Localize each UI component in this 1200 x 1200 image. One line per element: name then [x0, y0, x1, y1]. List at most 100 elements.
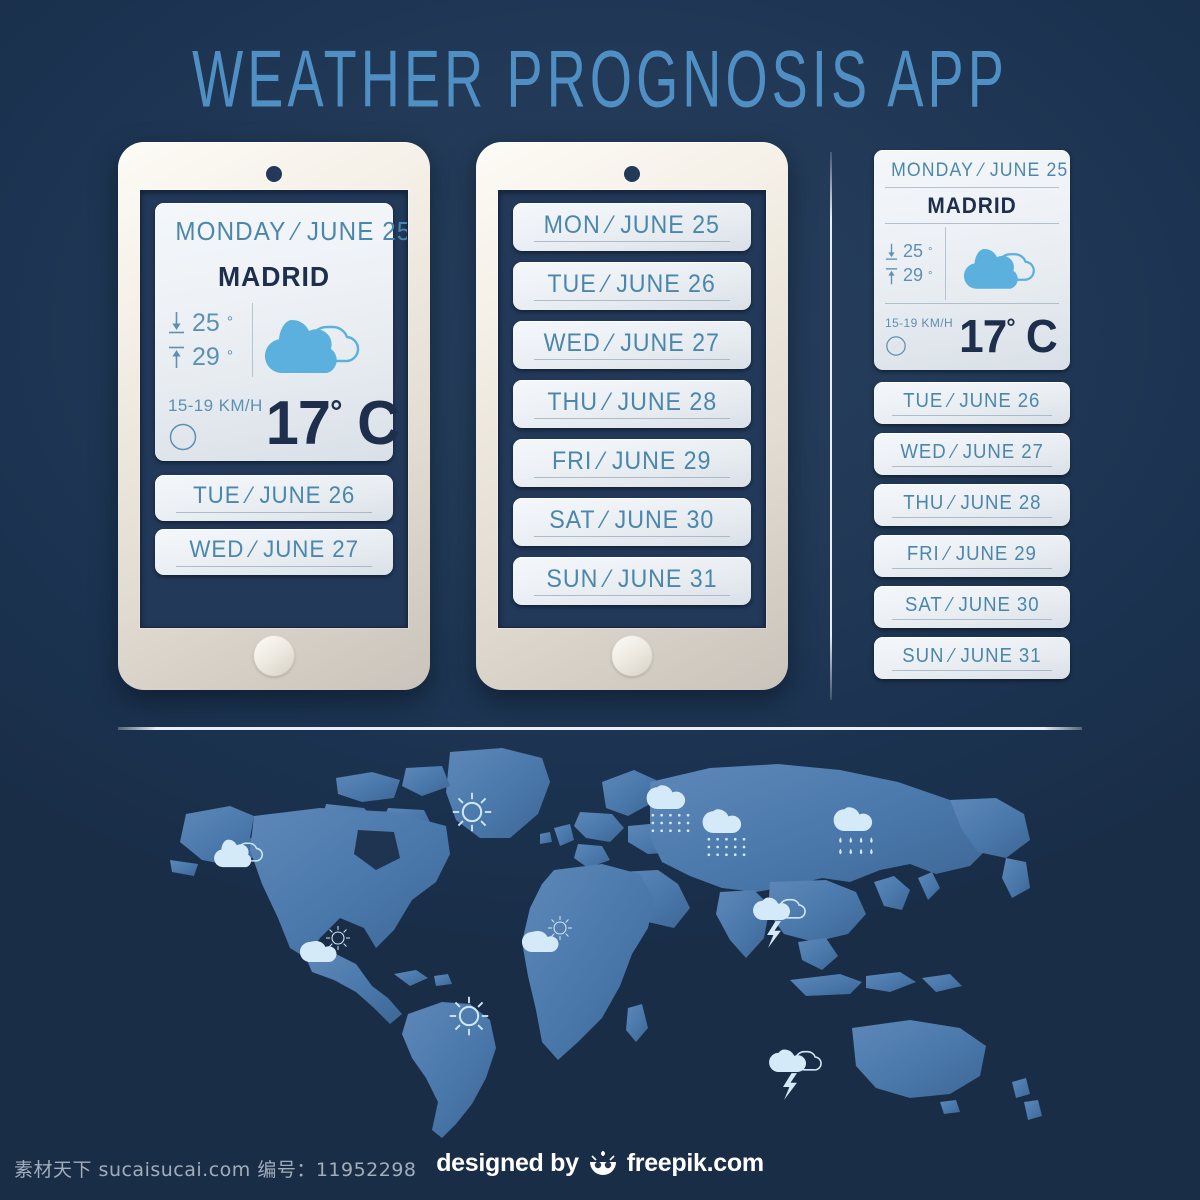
- day-button[interactable]: THU ⁄ JUNE 28: [874, 484, 1070, 526]
- day-button[interactable]: SUN ⁄ JUNE 31: [874, 637, 1070, 679]
- weather-condition-icon-wrap: [253, 303, 380, 377]
- snow-icon: [646, 785, 690, 833]
- day-button-label: SAT ⁄ JUNE 30: [549, 505, 715, 534]
- brand-label: freepik.com: [626, 1149, 764, 1177]
- day-button-label: MON ⁄ JUNE 25: [543, 210, 721, 239]
- degree-symbol: °: [1006, 314, 1015, 342]
- day-list-phone2: MON ⁄ JUNE 25 TUE ⁄ JUNE 26 WED ⁄ JUNE 27 T…: [499, 191, 765, 627]
- compass-icon: [169, 423, 197, 450]
- minmax-block: 25 ° 29 °: [885, 241, 945, 286]
- day-button[interactable]: WED ⁄ JUNE 27: [155, 529, 393, 575]
- page-title: WEATHER PROGNOSIS APP: [192, 33, 1008, 124]
- underline: [891, 568, 1053, 570]
- wind-speed-label: 15-19 KM/H: [168, 395, 263, 415]
- wind-block: 15-19 KM/H: [885, 316, 953, 357]
- underline: [176, 565, 372, 567]
- vertical-divider: [945, 227, 946, 300]
- underline: [534, 536, 730, 538]
- weather-card-bottom: 15-19 KM/H 17° C: [168, 381, 400, 459]
- day-button[interactable]: SAT ⁄ JUNE 30: [513, 498, 751, 546]
- day-button-label: TUE ⁄ JUNE 26: [903, 390, 1041, 412]
- map-icon-rain-siberia: [833, 800, 885, 867]
- weather-card-panel3[interactable]: MONDAY ⁄ JUNE 25 MADRID 25 ° 29 ° 15-19 …: [874, 150, 1070, 370]
- arrow-up-icon: [169, 346, 184, 368]
- map-icon-storm-china: [752, 890, 812, 955]
- underline: [534, 359, 730, 361]
- cloudy-icon: [214, 839, 264, 868]
- day-button[interactable]: SAT ⁄ JUNE 30: [874, 586, 1070, 628]
- map-icon-sunny-greenland: [450, 790, 494, 839]
- underline: [891, 619, 1053, 621]
- underline: [891, 415, 1053, 417]
- weather-card-city: MADRID: [927, 193, 1017, 218]
- phone2-screen: MON ⁄ JUNE 25 TUE ⁄ JUNE 26 WED ⁄ JUNE 27 T…: [498, 190, 766, 628]
- day-button-label: THU ⁄ JUNE 28: [547, 387, 717, 416]
- partly-sunny-icon: [300, 926, 350, 962]
- day-button-label: FRI ⁄ JUNE 29: [907, 543, 1037, 565]
- day-button-label: TUE ⁄ JUNE 26: [192, 482, 356, 509]
- snow-icon: [702, 809, 746, 857]
- day-button-label: FRI ⁄ JUNE 29: [552, 446, 712, 475]
- sunny-icon: [452, 792, 492, 832]
- weather-card-date: MONDAY ⁄ JUNE 25: [891, 160, 1069, 181]
- day-button[interactable]: MON ⁄ JUNE 25: [513, 203, 751, 251]
- day-button[interactable]: SUN ⁄ JUNE 31: [513, 557, 751, 605]
- map-icon-partly-sunny-africa: [520, 914, 580, 965]
- day-button[interactable]: FRI ⁄ JUNE 29: [874, 535, 1070, 577]
- home-button[interactable]: [612, 636, 652, 676]
- degree-symbol: °: [928, 245, 933, 258]
- weather-card-date: MONDAY ⁄ JUNE 25: [175, 216, 408, 246]
- map-icon-cloudy-alaska: [212, 830, 270, 875]
- temp-unit: C: [356, 389, 400, 458]
- weather-card-bottom: 15-19 KM/H 17° C: [885, 304, 1059, 363]
- storm-icon: [753, 897, 806, 948]
- underline: [534, 418, 730, 420]
- underline: [891, 670, 1053, 672]
- wind-speed-label: 15-19 KM/H: [885, 315, 954, 330]
- underline: [891, 517, 1053, 519]
- degree-symbol: °: [329, 393, 342, 430]
- map-icon-sunny-brazil: [447, 994, 491, 1043]
- temp-value: 17: [265, 389, 330, 458]
- day-button[interactable]: WED ⁄ JUNE 27: [513, 321, 751, 369]
- low-temp-row: 25 °: [168, 309, 252, 338]
- home-button[interactable]: [254, 636, 294, 676]
- weather-card-phone1[interactable]: MONDAY ⁄ JUNE 25 MADRID 25 ° 29 ° 15-19 …: [155, 203, 408, 461]
- day-button[interactable]: TUE ⁄ JUNE 26: [874, 382, 1070, 424]
- day-button[interactable]: WED ⁄ JUNE 27: [874, 433, 1070, 475]
- world-map: [150, 742, 1070, 1142]
- degree-symbol: °: [928, 269, 933, 282]
- map-icon-snow-scandinavia: [646, 778, 698, 843]
- low-temp-row: 25 °: [885, 241, 945, 262]
- weather-card-middle: 25 ° 29 °: [168, 299, 380, 381]
- compass-icon: [886, 335, 906, 356]
- underline: [534, 595, 730, 597]
- vertical-divider: [252, 303, 253, 377]
- arrow-up-icon: [885, 267, 898, 284]
- day-button[interactable]: FRI ⁄ JUNE 29: [513, 439, 751, 487]
- high-temp-value: 29: [903, 265, 924, 285]
- arrow-down-icon: [169, 312, 184, 334]
- temp-value: 17: [959, 310, 1007, 362]
- map-icon-snow-russia-west: [702, 802, 754, 867]
- high-temp-row: 29 °: [168, 343, 252, 372]
- day-button[interactable]: THU ⁄ JUNE 28: [513, 380, 751, 428]
- day-button[interactable]: TUE ⁄ JUNE 26: [155, 475, 393, 521]
- cloudy-icon: [963, 248, 1035, 289]
- minmax-block: 25 ° 29 °: [168, 309, 252, 372]
- underline: [534, 241, 730, 243]
- poster-canvas: WEATHER PROGNOSIS APP MONDAY ⁄ JUNE 25 M…: [0, 0, 1200, 1200]
- camera-dot-icon: [266, 166, 282, 182]
- rain-icon: [833, 807, 873, 855]
- freepik-robot-icon: [589, 1150, 616, 1175]
- low-temp-value: 25: [903, 241, 924, 261]
- underline: [534, 300, 730, 302]
- stock-watermark: 素材天下 sucaisucai.com 编号：11952298: [14, 1159, 417, 1181]
- day-button[interactable]: TUE ⁄ JUNE 26: [513, 262, 751, 310]
- camera-dot-icon: [624, 166, 640, 182]
- day-button-label: WED ⁄ JUNE 27: [189, 536, 359, 563]
- weather-card-middle: 25 ° 29 °: [885, 224, 1059, 303]
- day-button-label: SAT ⁄ JUNE 30: [904, 594, 1040, 616]
- high-temp-value: 29: [192, 342, 220, 371]
- day-button-label: WED ⁄ JUNE 27: [543, 328, 721, 357]
